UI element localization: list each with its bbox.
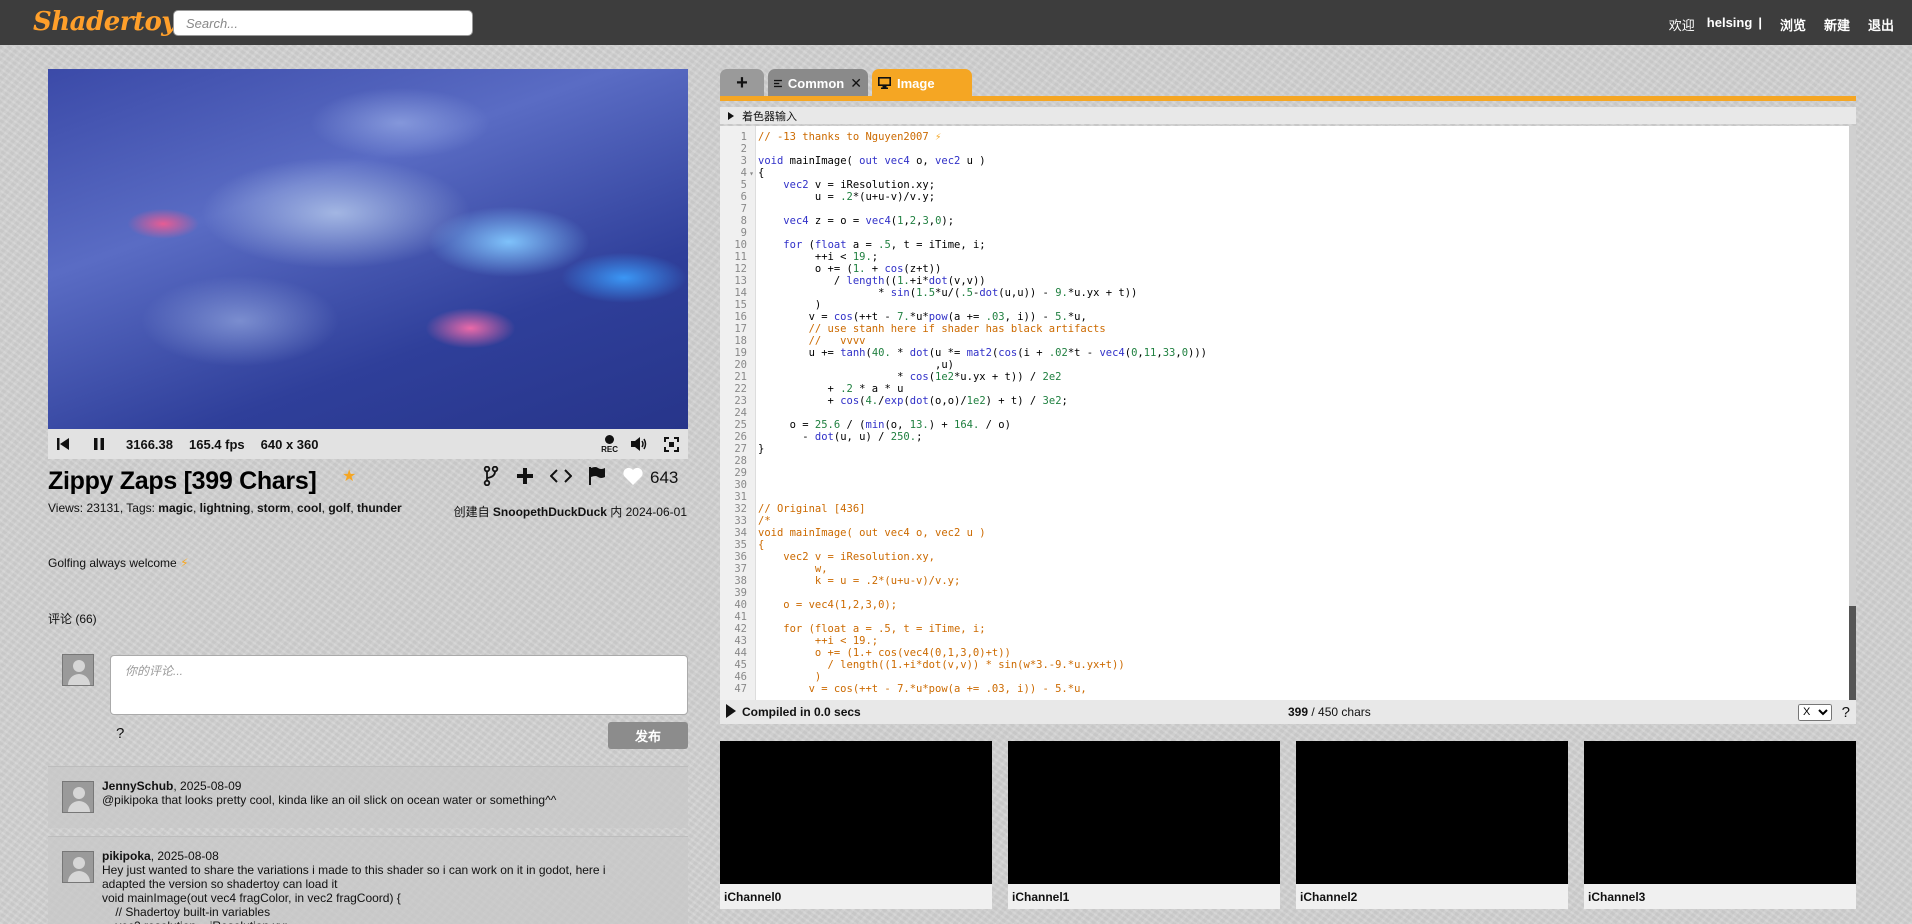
browse-link[interactable]: 浏览 bbox=[1780, 15, 1806, 34]
views-prefix: Views: 23131, Tags: bbox=[48, 501, 159, 515]
tab-underline bbox=[720, 96, 1856, 101]
channel-preview[interactable] bbox=[1008, 741, 1280, 884]
tag-link[interactable]: lightning bbox=[200, 501, 251, 515]
tag-link[interactable]: cool bbox=[297, 501, 322, 515]
comments-title: 评论 (66) bbox=[48, 612, 97, 626]
fork-icon[interactable] bbox=[482, 465, 500, 489]
channel-preview[interactable] bbox=[1584, 741, 1856, 884]
avatar bbox=[62, 781, 94, 813]
ichannel-3[interactable]: iChannel3 bbox=[1584, 741, 1856, 909]
tab-image[interactable]: Image bbox=[872, 69, 972, 97]
comment-item: JennySchub, 2025-08-09 @pikipoka that lo… bbox=[48, 766, 688, 828]
comment-date: , 2025-08-09 bbox=[173, 779, 242, 793]
shader-inputs-toggle[interactable]: 着色器输入 bbox=[720, 107, 1856, 124]
compile-status: Compiled in 0.0 secs bbox=[742, 705, 861, 719]
top-bar: Shadertoy 欢迎 helsing | 浏览 新建 退出 bbox=[0, 0, 1912, 45]
text-lines-icon bbox=[774, 79, 782, 87]
comment-text: Hey just wanted to share the variations … bbox=[102, 863, 606, 924]
views-and-tags: Views: 23131, Tags: magic, lightning, st… bbox=[48, 501, 402, 515]
channel-label: iChannel0 bbox=[720, 884, 992, 909]
compile-status-bar: Compiled in 0.0 secs 399 / 450 chars X ? bbox=[720, 700, 1856, 724]
volume-icon[interactable] bbox=[628, 433, 650, 455]
tag-link[interactable]: golf bbox=[328, 501, 350, 515]
tab-common[interactable]: Common ✕ bbox=[768, 69, 868, 97]
like-heart-icon[interactable] bbox=[622, 466, 644, 489]
rewind-icon[interactable] bbox=[52, 433, 74, 455]
top-nav: 欢迎 helsing | 浏览 新建 退出 bbox=[1651, 15, 1894, 34]
username-link[interactable]: helsing bbox=[1707, 15, 1753, 34]
like-count: 643 bbox=[650, 467, 679, 487]
compile-play-icon[interactable] bbox=[726, 703, 736, 721]
new-link[interactable]: 新建 bbox=[1824, 15, 1850, 34]
post-comment-button[interactable]: 发布 bbox=[608, 722, 688, 749]
resolution-display: 640 x 360 bbox=[260, 436, 319, 452]
created-mid: 内 bbox=[606, 505, 626, 519]
monitor-icon bbox=[878, 77, 891, 89]
avatar bbox=[62, 851, 94, 883]
comment-input[interactable] bbox=[110, 655, 688, 715]
code-lines: 1// -13 thanks to Nguyen2007 ⚡ 2 3 void m… bbox=[734, 131, 1207, 695]
shader-actions: 643 bbox=[482, 465, 679, 489]
channel-preview[interactable] bbox=[1296, 741, 1568, 884]
creator-info: 创建自 SnoopethDuckDuck 内 2024-06-01 bbox=[454, 503, 687, 520]
editor-tabs: + Common ✕ Image bbox=[720, 69, 1856, 101]
time-display: 3166.38 bbox=[126, 436, 173, 452]
record-button[interactable]: REC bbox=[601, 434, 618, 454]
fps-display: 165.4 fps bbox=[189, 436, 245, 452]
channel-label: iChannel2 bbox=[1296, 884, 1568, 909]
embed-code-icon[interactable] bbox=[549, 468, 573, 487]
comment-help-link[interactable]: ? bbox=[116, 725, 124, 742]
welcome-text: 欢迎 bbox=[1668, 18, 1695, 33]
logout-link[interactable]: 退出 bbox=[1868, 15, 1894, 34]
pause-icon[interactable] bbox=[88, 433, 110, 455]
record-icon bbox=[605, 434, 615, 444]
editor-scrollbar[interactable] bbox=[1849, 126, 1856, 700]
comment-author[interactable]: pikipoka bbox=[102, 849, 151, 863]
add-to-playlist-icon[interactable] bbox=[516, 467, 534, 488]
created-prefix: 创建自 bbox=[453, 505, 493, 519]
shadertoy-logo[interactable]: Shadertoy bbox=[33, 7, 176, 37]
comment-item: pikipoka, 2025-08-08 Hey just wanted to … bbox=[48, 836, 688, 924]
shader-title: Zippy Zaps [399 Chars] bbox=[48, 467, 317, 495]
char-counter: 399 / 450 chars bbox=[1288, 705, 1371, 719]
editor-scroll-thumb[interactable] bbox=[1849, 606, 1856, 700]
author-link[interactable]: SnoopethDuckDuck bbox=[493, 505, 607, 519]
star-icon: ★ bbox=[342, 468, 357, 485]
search-input[interactable] bbox=[173, 10, 473, 36]
tab-image-label: Image bbox=[897, 75, 935, 91]
code-editor[interactable]: 1// -13 thanks to Nguyen2007 ⚡ 2 3 void m… bbox=[720, 126, 1856, 700]
comment-author[interactable]: JennySchub bbox=[102, 779, 173, 793]
editor-help-link[interactable]: ? bbox=[1842, 704, 1850, 721]
fullscreen-icon[interactable] bbox=[660, 433, 682, 455]
ichannel-1[interactable]: iChannel1 bbox=[1008, 741, 1280, 909]
lightning-icon: ⚡ bbox=[180, 556, 189, 570]
triangle-right-icon bbox=[728, 111, 734, 120]
tag-link[interactable]: storm bbox=[257, 501, 290, 515]
ichannel-0[interactable]: iChannel0 bbox=[720, 741, 992, 909]
close-icon[interactable]: ✕ bbox=[850, 75, 862, 92]
font-size-select[interactable]: X bbox=[1798, 703, 1832, 721]
shader-inputs-label: 着色器输入 bbox=[742, 110, 797, 123]
shader-description: Golfing always welcome ⚡ bbox=[48, 556, 189, 570]
tag-link[interactable]: thunder bbox=[357, 501, 402, 515]
tag-link[interactable]: magic bbox=[158, 501, 193, 515]
tab-common-label: Common bbox=[787, 75, 845, 91]
player-controls: 3166.38 165.4 fps 640 x 360 REC bbox=[48, 429, 688, 459]
comment-date: , 2025-08-08 bbox=[150, 849, 219, 863]
nav-separator: | bbox=[1758, 15, 1762, 30]
char-limit: / 450 chars bbox=[1308, 705, 1371, 719]
add-tab-button[interactable]: + bbox=[720, 69, 764, 97]
channel-preview[interactable] bbox=[720, 741, 992, 884]
ichannel-2[interactable]: iChannel2 bbox=[1296, 741, 1568, 909]
shader-canvas[interactable] bbox=[48, 69, 688, 429]
created-date: 2024-06-01 bbox=[625, 505, 687, 519]
char-count: 399 bbox=[1288, 705, 1309, 719]
record-label: REC bbox=[601, 444, 618, 454]
description-text: Golfing always welcome bbox=[48, 556, 177, 570]
comment-text: @pikipoka that looks pretty cool, kinda … bbox=[102, 793, 557, 807]
avatar bbox=[62, 654, 94, 686]
report-flag-icon[interactable] bbox=[588, 466, 606, 489]
channel-label: iChannel3 bbox=[1584, 884, 1856, 909]
channel-label: iChannel1 bbox=[1008, 884, 1280, 909]
